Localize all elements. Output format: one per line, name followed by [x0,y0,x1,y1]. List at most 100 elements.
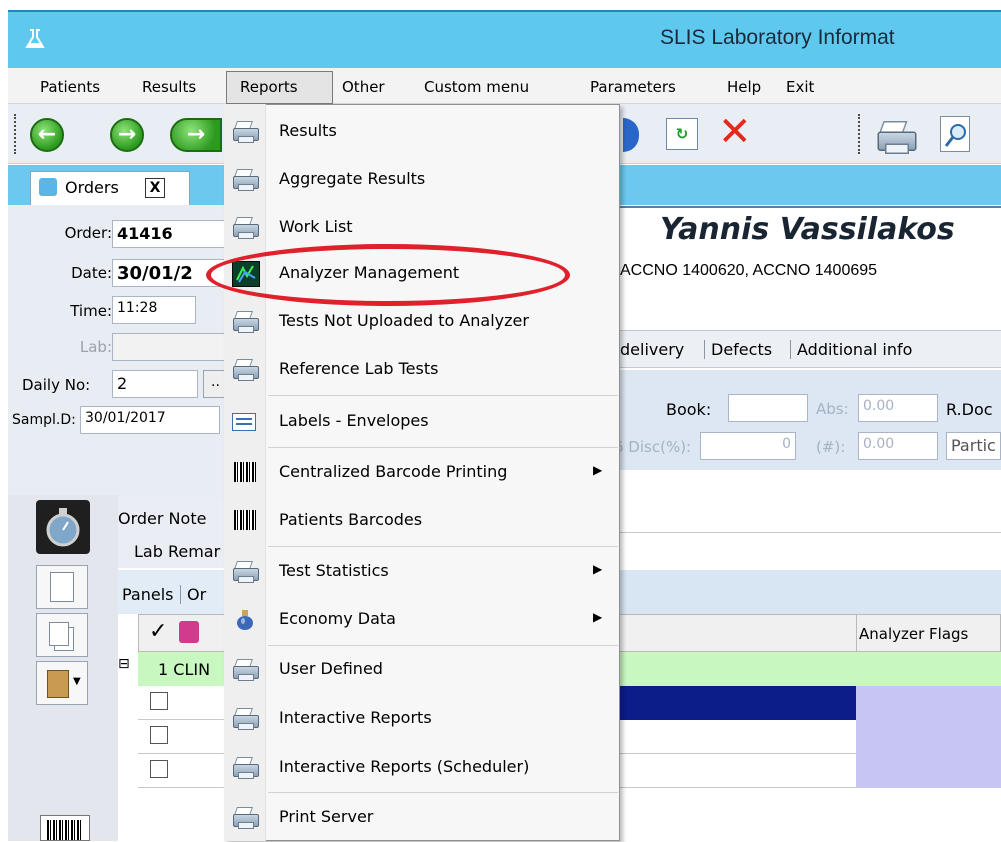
order-note-label: Order Note [118,509,207,528]
menu-custom[interactable]: Custom menu [424,78,529,96]
stopwatch-icon[interactable] [36,500,90,554]
forward-arrow-icon[interactable]: → [110,118,144,152]
book-field[interactable] [728,394,808,422]
submenu-arrow-icon: ▶ [593,463,603,477]
order-note-field[interactable] [612,498,1001,568]
group-label: 1 CLIN [158,660,211,679]
tab-other[interactable]: Or [180,585,206,604]
preview-icon[interactable] [940,116,970,152]
analyzer-flags-header[interactable]: Analyzer Flags [859,625,968,643]
notes-divider [612,532,1001,533]
daily-no-field[interactable]: 2 [112,370,198,398]
back-arrow-icon[interactable]: ← [30,118,64,152]
delete-x-icon[interactable]: ✕ [718,110,752,154]
accession-numbers: ACCNO 1400620, ACCNO 1400695 [620,262,878,279]
row-checkbox[interactable] [150,692,168,710]
panels-tabbar-right [612,570,1001,614]
tab-panels[interactable]: Panels [122,585,174,604]
lab-remark-label: Lab Remar [134,542,221,561]
row-checkbox[interactable] [150,726,168,744]
menu-item-interactive-reports-scheduler[interactable]: Interactive Reports (Scheduler) [225,744,619,792]
row-checkbox[interactable] [150,760,168,778]
menu-separator [268,395,618,396]
orders-tab-icon [39,178,57,196]
disc-field[interactable]: 0 [700,432,796,460]
book-label: Book: [666,400,712,419]
menu-parameters[interactable]: Parameters [590,78,676,96]
menu-item-economy-data[interactable]: Economy Data ▶ [225,596,619,644]
printer-icon [232,706,259,730]
orders-tab-label: Orders [65,178,119,197]
disc-label: 6 Disc(%): [614,438,692,456]
menu-item-patients-barcodes[interactable]: Patients Barcodes [225,497,619,545]
menu-item-reference-lab-tests[interactable]: Reference Lab Tests [225,346,619,394]
flag-column-icon [179,621,199,643]
tab-delivery[interactable]: delivery [620,340,684,359]
toolbar-grip [14,114,18,154]
menu-item-aggregate-results[interactable]: Aggregate Results [225,156,619,204]
window-title: SLIS Laboratory Informat [660,26,895,49]
menu-results[interactable]: Results [142,78,196,96]
red-highlight-ellipse [206,244,570,306]
partic-field[interactable]: Partic [946,432,1001,460]
abs-label: Abs: [816,400,849,418]
printer-icon [232,119,259,143]
tab-orders[interactable]: Orders X [30,171,190,205]
reload-page-icon[interactable]: ↻ [666,118,698,150]
printer-icon [232,167,259,191]
tab-defects[interactable]: Defects [704,340,772,359]
hash-field[interactable]: 0.00 [858,432,938,460]
menu-help[interactable]: Help [727,78,761,96]
order-label: Order: [64,224,112,242]
menu-reports[interactable]: Reports [240,78,298,96]
lab-label: Lab: [79,338,112,356]
barcode-icon [232,508,258,532]
printer-icon [232,805,259,829]
new-document-icon[interactable] [36,565,88,609]
select-all-checkmark[interactable]: ✓ [149,619,167,644]
analyzer-flags-cell[interactable] [856,754,1001,788]
selected-cell[interactable] [612,686,856,720]
grid-header-right: Analyzer Flags [612,614,1001,652]
menu-separator [268,546,618,547]
menu-item-interactive-reports[interactable]: Interactive Reports [225,695,619,743]
order-number-field[interactable]: 41416 [112,220,228,248]
money-bag-icon [232,607,258,631]
menu-patients[interactable]: Patients [40,78,100,96]
abs-field[interactable]: 0.00 [858,394,938,422]
menu-item-centralized-barcode-printing[interactable]: Centralized Barcode Printing ▶ [225,449,619,497]
close-tab-icon[interactable]: X [145,178,165,198]
last-arrow-icon[interactable]: → [170,118,222,152]
printer-icon [232,309,259,333]
analyzer-flags-cell[interactable] [856,686,1001,720]
menu-item-labels-envelopes[interactable]: Labels - Envelopes [225,398,619,446]
submenu-arrow-icon: ▶ [593,562,603,576]
hash-label: (#): [816,438,846,456]
menu-other[interactable]: Other [342,78,385,96]
header-divider [612,206,1001,208]
copy-icon[interactable] [36,613,88,657]
menu-item-results[interactable]: Results [225,108,619,156]
menu-separator [268,447,618,448]
tab-additional-info[interactable]: Additional info [790,340,912,359]
menu-exit[interactable]: Exit [786,78,814,96]
time-field[interactable]: 11:28 [112,296,196,324]
paste-dropdown-icon[interactable]: ▼ [36,661,88,705]
app-logo-icon [24,28,46,50]
menu-item-print-server[interactable]: Print Server [225,794,619,842]
print-icon[interactable] [876,118,917,154]
collapse-group-icon[interactable]: ⊟ [118,656,130,672]
printer-icon [232,357,259,381]
analyzer-flags-cell[interactable] [856,720,1001,754]
date-label: Date: [71,264,112,282]
sampl-date-field[interactable]: 30/01/2017 [80,406,220,434]
time-label: Time: [70,302,112,320]
printer-icon [232,657,259,681]
barcode-button-icon[interactable] [40,815,90,841]
lab-field[interactable] [112,333,228,361]
menu-item-test-statistics[interactable]: Test Statistics ▶ [225,548,619,596]
menu-separator [268,792,618,793]
menu-item-user-defined[interactable]: User Defined [225,646,619,694]
patient-name: Yannis Vassilakos [660,212,955,247]
rdoc-label: R.Doc [946,400,993,419]
